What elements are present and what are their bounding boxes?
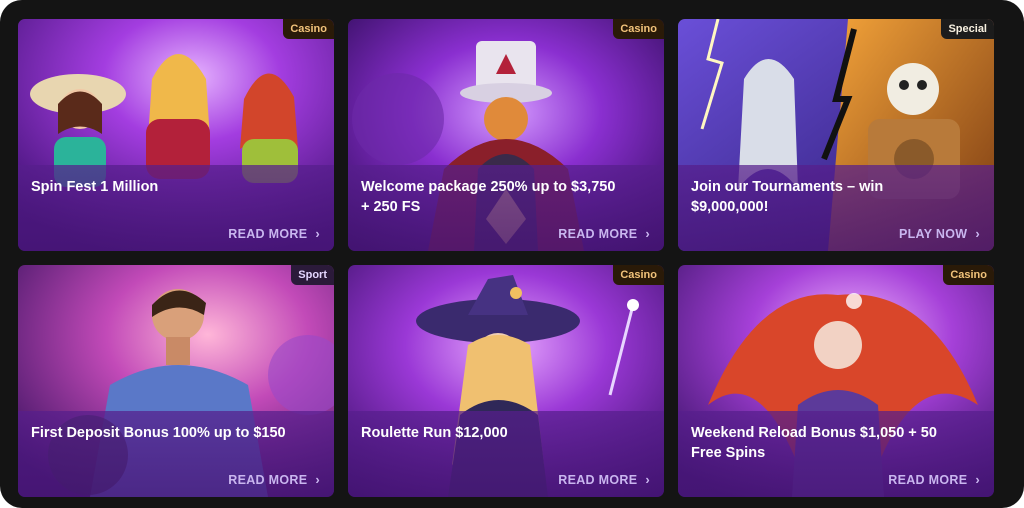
- cta-label: READ MORE: [888, 472, 968, 487]
- read-more-link[interactable]: READ MORE ›: [558, 226, 650, 241]
- chevron-right-icon: ›: [315, 472, 320, 487]
- category-badge: Casino: [613, 265, 664, 285]
- promo-title: Weekend Reload Bonus $1,050 + 50 Free Sp…: [691, 425, 937, 461]
- read-more-link[interactable]: READ MORE ›: [558, 472, 650, 487]
- category-badge: Casino: [283, 19, 334, 39]
- promo-card-tournaments[interactable]: Special Join our Tournaments – win $9,00…: [678, 19, 994, 251]
- promo-title: Roulette Run $12,000: [361, 425, 508, 441]
- promo-card-welcome-package[interactable]: Casino Welcome package 250% up to $3,750…: [348, 19, 664, 251]
- category-badge: Casino: [613, 19, 664, 39]
- category-badge: Casino: [943, 265, 994, 285]
- category-badge: Sport: [291, 265, 334, 285]
- chevron-right-icon: ›: [315, 226, 320, 241]
- read-more-link[interactable]: READ MORE ›: [888, 472, 980, 487]
- chevron-right-icon: ›: [645, 226, 650, 241]
- read-more-link[interactable]: READ MORE ›: [228, 226, 320, 241]
- cta-label: READ MORE: [228, 226, 308, 241]
- promo-card-roulette-run[interactable]: Casino Roulette Run $12,000 READ MORE ›: [348, 265, 664, 497]
- promo-card-weekend-reload[interactable]: Casino Weekend Reload Bonus $1,050 + 50 …: [678, 265, 994, 497]
- chevron-right-icon: ›: [975, 226, 980, 241]
- promo-title: Join our Tournaments – win $9,000,000!: [691, 179, 884, 215]
- cta-label: READ MORE: [558, 226, 638, 241]
- chevron-right-icon: ›: [975, 472, 980, 487]
- promo-title: Welcome package 250% up to $3,750 + 250 …: [361, 179, 616, 215]
- cta-label: READ MORE: [558, 472, 638, 487]
- promo-card-spin-fest[interactable]: Casino Spin Fest 1 Million READ MORE ›: [18, 19, 334, 251]
- cta-label: PLAY NOW: [898, 226, 968, 241]
- promo-title: First Deposit Bonus 100% up to $150: [31, 425, 286, 441]
- promo-card-first-deposit[interactable]: Sport First Deposit Bonus 100% up to $15…: [18, 265, 334, 497]
- read-more-link[interactable]: READ MORE ›: [228, 472, 320, 487]
- category-badge: Special: [941, 19, 994, 39]
- promotions-grid: Casino Spin Fest 1 Million READ MORE › C…: [0, 0, 1024, 508]
- play-now-link[interactable]: PLAY NOW ›: [899, 226, 980, 241]
- cta-label: READ MORE: [228, 472, 308, 487]
- chevron-right-icon: ›: [645, 472, 650, 487]
- promo-title: Spin Fest 1 Million: [31, 179, 159, 195]
